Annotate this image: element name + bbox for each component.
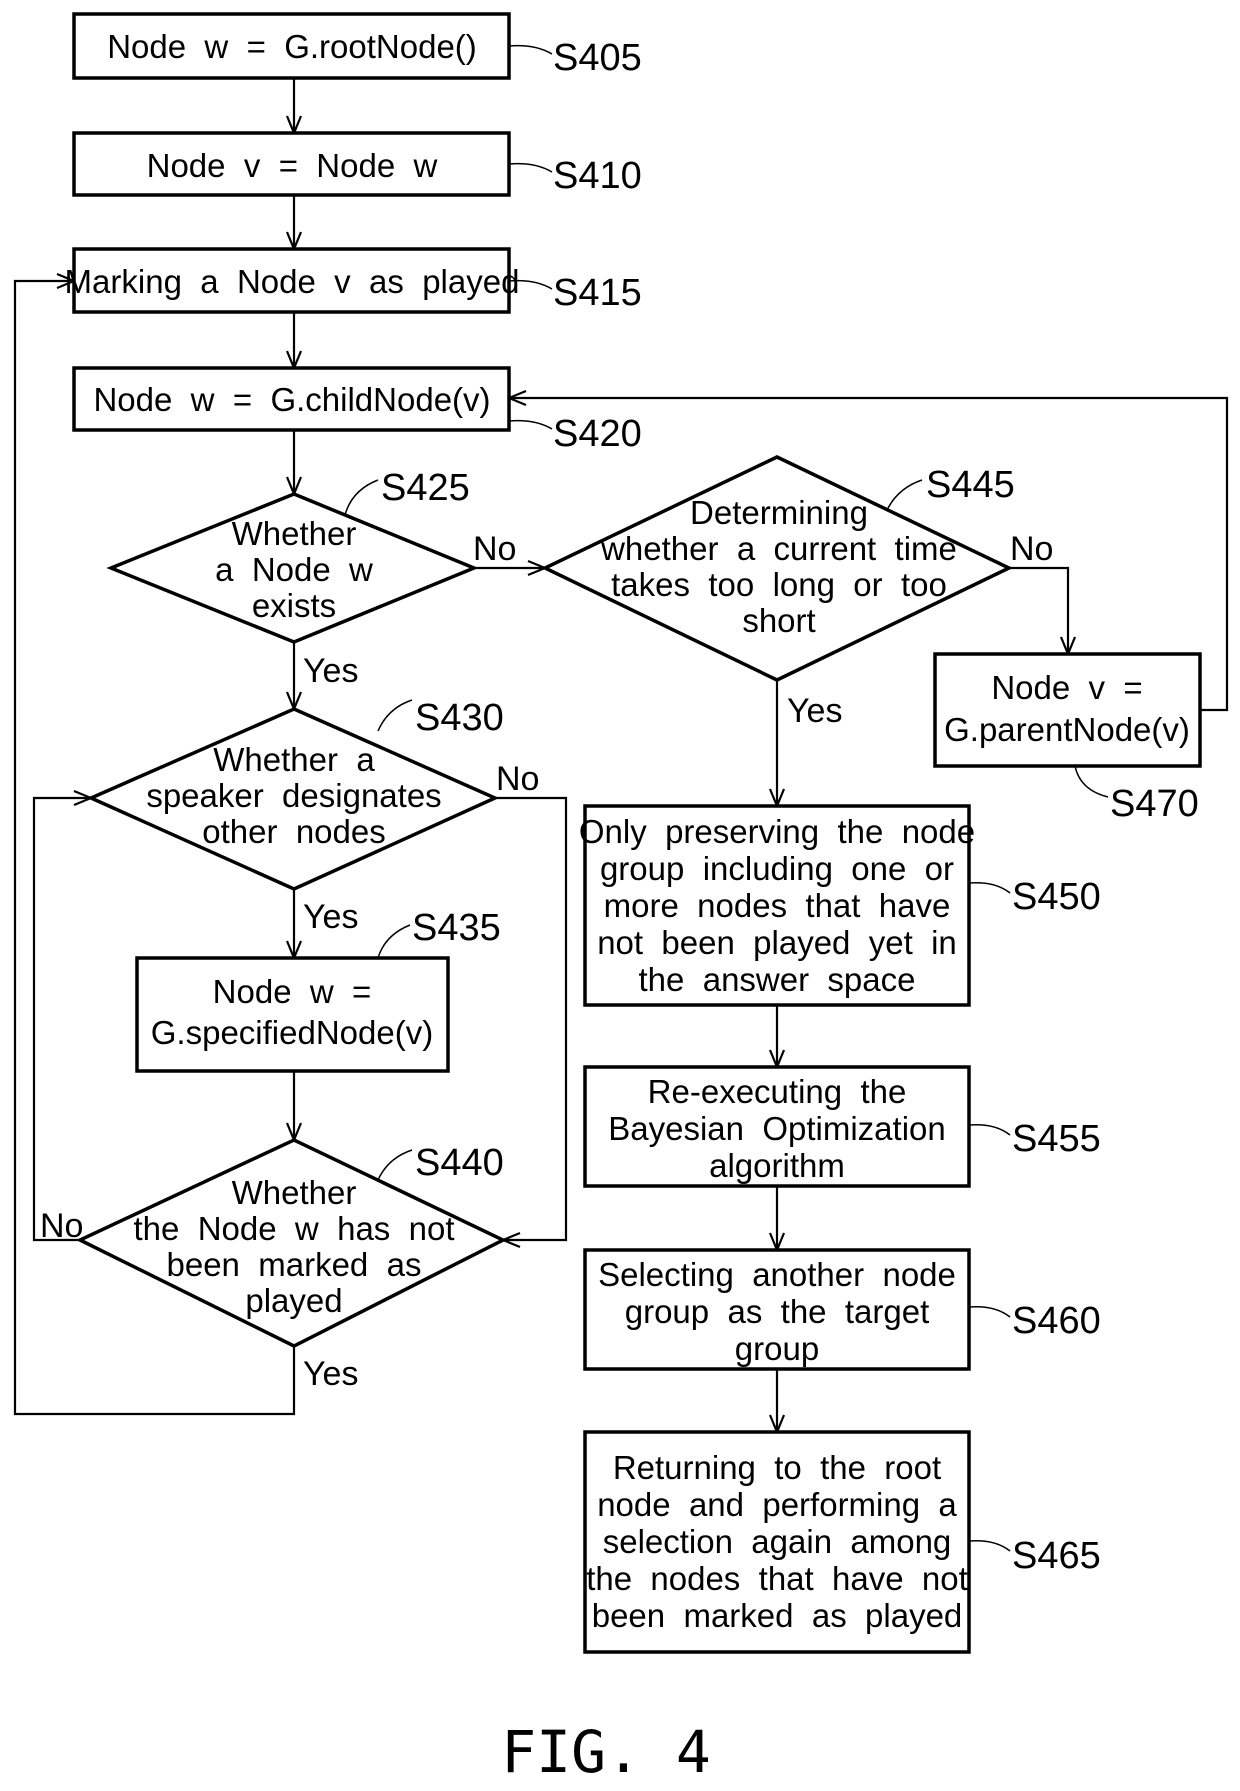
text-line: selection again among	[603, 1523, 952, 1560]
label-s405: S405	[553, 37, 642, 79]
text-line: Node w = G.childNode(v)	[93, 381, 490, 418]
text-line: been marked as played	[592, 1597, 963, 1634]
figure-caption: FIG. 4	[501, 1718, 711, 1786]
step-s465-text: Returning to the root node and performing…	[586, 1449, 968, 1634]
text-line: Marking a Node v as played	[65, 263, 520, 300]
leader-s470	[1074, 765, 1109, 798]
text-line: group	[735, 1330, 819, 1367]
text-line: Determining	[690, 494, 868, 531]
text-line: the Node w has not	[133, 1210, 454, 1247]
text-line: Bayesian Optimization	[608, 1110, 946, 1147]
label-s425: S425	[381, 467, 470, 509]
text-line: takes too long or too	[611, 566, 947, 603]
leader-s450	[968, 881, 1011, 894]
branch-s445-no: No	[1010, 530, 1053, 568]
label-s440: S440	[415, 1142, 504, 1184]
branch-s430-no: No	[496, 760, 539, 798]
text-line: Re-executing the	[648, 1073, 907, 1110]
text-line: played	[245, 1282, 342, 1319]
text-line: whether a current time	[600, 530, 957, 567]
text-line: the nodes that have not	[586, 1560, 968, 1597]
leader-s405	[508, 44, 553, 55]
branch-s430-yes: Yes	[303, 898, 358, 936]
leader-s445	[886, 479, 923, 511]
arrow-s440-s430-no	[32, 798, 91, 1242]
text-line: Node w =	[213, 973, 372, 1010]
label-s430: S430	[415, 697, 504, 739]
text-line: Selecting another node	[598, 1256, 956, 1293]
text-line: Whether	[232, 515, 357, 552]
leader-s420	[508, 419, 553, 430]
label-s465: S465	[1012, 1535, 1101, 1577]
label-s450: S450	[1012, 876, 1101, 918]
leader-s440	[377, 1149, 413, 1181]
step-s410-text: Node v = Node w	[147, 147, 438, 184]
label-s410: S410	[553, 155, 642, 197]
text-line: not been played yet in	[597, 924, 957, 961]
branch-s440-no: No	[40, 1207, 83, 1245]
text-line: group including one or	[600, 850, 954, 887]
text-line: algorithm	[709, 1147, 845, 1184]
step-s415-text: Marking a Node v as played	[65, 263, 520, 300]
flowchart: Node w = G.rootNode() Node v = Node w Ma…	[13, 12, 1229, 1786]
text-line: G.specifiedNode(v)	[151, 1014, 433, 1051]
text-line: node and performing a	[597, 1486, 957, 1523]
text-line: G.parentNode(v)	[944, 711, 1190, 748]
text-line: Node w = G.rootNode()	[107, 28, 477, 65]
label-s445: S445	[926, 464, 1015, 506]
text-line: short	[742, 602, 815, 639]
text-line: Node v = Node w	[147, 147, 438, 184]
leader-s425	[344, 479, 379, 516]
arrow-s445-s470-no	[1009, 566, 1068, 654]
text-line: the answer space	[639, 961, 916, 998]
text-line: a Node w	[215, 551, 373, 588]
leader-s465	[968, 1539, 1011, 1552]
label-s460: S460	[1012, 1300, 1101, 1342]
label-s455: S455	[1012, 1118, 1101, 1160]
text-line: Only preserving the node	[579, 813, 975, 850]
label-s415: S415	[553, 272, 642, 314]
step-s420-text: Node w = G.childNode(v)	[93, 381, 490, 418]
branch-s445-yes: Yes	[787, 692, 842, 730]
text-line: other nodes	[202, 813, 385, 850]
text-line: Returning to the root	[613, 1449, 941, 1486]
branch-s440-yes: Yes	[303, 1355, 358, 1393]
leader-s455	[968, 1123, 1011, 1136]
leader-s430	[377, 699, 413, 732]
text-line: Node v =	[991, 669, 1142, 706]
label-s420: S420	[553, 413, 642, 455]
text-line: Whether	[232, 1174, 357, 1211]
label-s435: S435	[412, 907, 501, 949]
text-line: been marked as	[167, 1246, 422, 1283]
leader-s435	[377, 924, 411, 959]
arrow-s430-s440-no	[495, 796, 568, 1240]
text-line: speaker designates	[146, 777, 441, 814]
branch-s425-yes: Yes	[303, 652, 358, 690]
branch-s425-no: No	[473, 530, 516, 568]
text-line: exists	[252, 587, 336, 624]
leader-s460	[968, 1305, 1011, 1318]
label-s470: S470	[1110, 783, 1199, 825]
text-line: group as the target	[625, 1293, 930, 1330]
text-line: more nodes that have	[604, 887, 951, 924]
step-s405-text: Node w = G.rootNode()	[107, 28, 477, 65]
text-line: Whether a	[213, 741, 375, 778]
leader-s410	[508, 162, 553, 173]
